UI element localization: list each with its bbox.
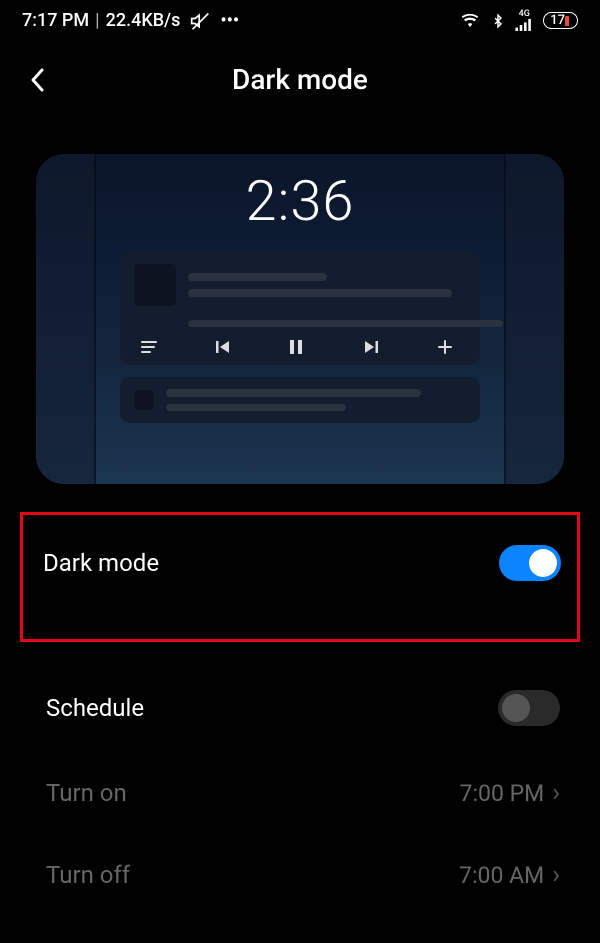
status-right: 4G 17 xyxy=(459,10,578,31)
status-bar: 7:17 PM | 22.4KB/s ••• 4G 17 xyxy=(0,0,600,39)
turn-on-value: 7:00 PM xyxy=(460,780,545,807)
schedule-label: Schedule xyxy=(46,694,144,722)
dark-mode-row[interactable]: Dark mode xyxy=(23,515,577,639)
schedule-toggle[interactable] xyxy=(498,690,560,726)
back-button[interactable] xyxy=(22,65,52,95)
preview-media-card xyxy=(120,252,479,365)
preview-notification-card xyxy=(120,377,479,423)
preview-clock: 2:36 xyxy=(246,168,355,234)
turn-off-row[interactable]: Turn off 7:00 AM › xyxy=(18,834,582,916)
chevron-right-icon: › xyxy=(552,778,560,808)
battery-indicator: 17 xyxy=(543,12,578,29)
preview-notif-icon xyxy=(134,390,154,410)
dark-mode-preview: 2:36 xyxy=(36,154,564,484)
preview-album-art xyxy=(134,264,176,306)
turn-on-row[interactable]: Turn on 7:00 PM › xyxy=(18,752,582,834)
turn-on-label: Turn on xyxy=(46,779,127,807)
queue-icon xyxy=(140,340,162,354)
turn-on-value-group: 7:00 PM › xyxy=(460,778,560,808)
preview-side-left xyxy=(36,154,96,484)
status-time: 7:17 PM xyxy=(22,10,89,31)
status-speed: 22.4KB/s xyxy=(106,10,181,31)
schedule-row[interactable]: Schedule xyxy=(18,664,582,752)
page-header: Dark mode xyxy=(0,39,600,114)
next-icon xyxy=(363,339,385,355)
dark-mode-label: Dark mode xyxy=(43,549,159,577)
wifi-icon xyxy=(459,12,481,30)
more-icon: ••• xyxy=(220,10,239,31)
pause-icon xyxy=(289,339,311,355)
signal-icon: 4G xyxy=(515,10,533,31)
preview-center: 2:36 xyxy=(96,154,504,484)
plus-icon xyxy=(437,339,459,355)
chevron-right-icon: › xyxy=(552,860,560,890)
bluetooth-icon xyxy=(491,11,505,31)
previous-icon xyxy=(215,339,237,355)
preview-side-right xyxy=(504,154,564,484)
dark-mode-toggle[interactable] xyxy=(499,545,561,581)
dark-mode-highlight: Dark mode xyxy=(20,512,580,642)
turn-off-label: Turn off xyxy=(46,861,130,889)
turn-off-value-group: 7:00 AM › xyxy=(459,860,560,890)
page-title: Dark mode xyxy=(52,63,548,96)
status-left: 7:17 PM | 22.4KB/s ••• xyxy=(22,10,239,31)
mute-icon xyxy=(190,11,210,31)
status-divider: | xyxy=(95,10,99,31)
turn-off-value: 7:00 AM xyxy=(459,862,544,889)
